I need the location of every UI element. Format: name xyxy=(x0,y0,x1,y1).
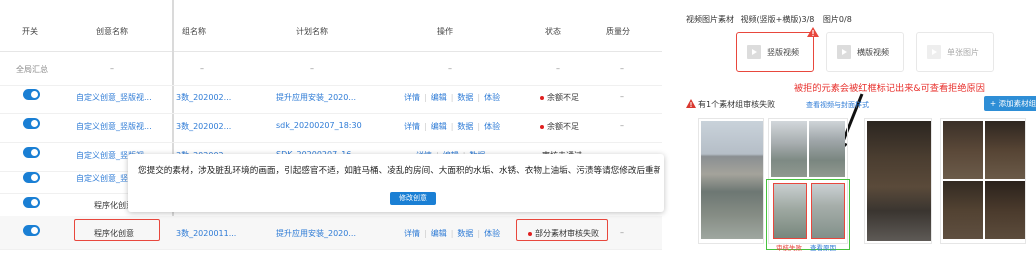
group-name-link[interactable]: 3数_202002... xyxy=(176,92,231,103)
summary-cell: – xyxy=(110,64,114,73)
header-plan-name: 计划名称 xyxy=(296,27,328,36)
quality-score: – xyxy=(620,121,624,130)
material-counts: 视频图片素材 视频(竖版+横版)3/8 图片0/8 xyxy=(686,14,852,25)
quality-score: – xyxy=(620,228,624,237)
status-toggle[interactable] xyxy=(23,118,40,129)
action-preview[interactable]: 体验 xyxy=(484,229,500,238)
status-toggle[interactable] xyxy=(23,172,40,183)
status-cell: 余额不足 xyxy=(540,92,579,103)
summary-cell: – xyxy=(556,64,560,73)
status-toggle[interactable] xyxy=(23,197,40,208)
annotation-text: 被拒的元素会被红框标记出来&可查看拒绝原因 xyxy=(794,83,985,94)
review-fail-text: 有1个素材组审核失败 xyxy=(698,100,776,109)
video-count: 视频(竖版+横版)3/8 xyxy=(740,15,815,24)
video-thumbnail[interactable] xyxy=(771,121,807,177)
action-data[interactable]: 数据 xyxy=(457,229,473,238)
single-image-tab[interactable]: 单张图片 xyxy=(916,32,994,72)
single-image-label: 单张图片 xyxy=(947,48,979,57)
rejected-group-highlight xyxy=(766,179,850,250)
plan-name-link[interactable]: sdk_20200207_18:30 xyxy=(276,121,362,130)
summary-cell: – xyxy=(620,64,624,73)
row-actions: 详情 | 编辑 | 数据 | 体验 xyxy=(404,229,501,238)
horizontal-video-label: 横版视频 xyxy=(857,48,889,57)
video-thumbnail[interactable] xyxy=(867,121,931,241)
action-detail[interactable]: 详情 xyxy=(404,122,420,131)
review-failed-caption: 审核失败 xyxy=(776,244,802,252)
vertical-video-tab[interactable]: 竖版视频 xyxy=(736,27,819,72)
action-detail[interactable]: 详情 xyxy=(404,93,420,102)
status-text: 余额不足 xyxy=(547,93,579,102)
video-thumbnail[interactable] xyxy=(985,121,1025,179)
horizontal-video-tab[interactable]: 横版视频 xyxy=(826,32,904,72)
material-group[interactable] xyxy=(940,118,1026,244)
rejection-message: 您提交的素材，涉及脏乱环境的画面，引起感官不适，如脏马桶、凌乱的房间、大面积的水… xyxy=(138,166,660,176)
action-preview[interactable]: 体验 xyxy=(484,122,500,131)
video-thumbnail[interactable] xyxy=(943,181,983,239)
view-style-link[interactable]: 查看视频与封面样式 xyxy=(806,100,869,110)
view-reason-link[interactable]: 查看原因 xyxy=(810,242,836,252)
creative-name-link[interactable]: 自定义创意_竖版 xyxy=(76,173,136,184)
summary-cell: – xyxy=(310,64,314,73)
warning-icon xyxy=(686,99,696,108)
summary-label: 全局汇总 xyxy=(16,65,48,74)
video-icon xyxy=(747,45,761,59)
action-preview[interactable]: 体验 xyxy=(484,93,500,102)
header-status: 状态 xyxy=(545,27,561,36)
video-thumbnail[interactable] xyxy=(701,121,763,239)
header-actions: 操作 xyxy=(437,27,453,36)
video-thumbnail[interactable] xyxy=(809,121,845,177)
material-group[interactable] xyxy=(698,118,764,244)
status-highlight-box xyxy=(516,219,608,241)
action-edit[interactable]: 编辑 xyxy=(431,93,447,102)
group-name-link[interactable]: 3数_202002... xyxy=(176,121,231,132)
material-group[interactable] xyxy=(864,118,932,244)
material-group-header: 有1个素材组审核失败 查看视频与封面样式 + 添加素材组 xyxy=(686,96,1036,112)
group-name-link[interactable]: 3数_2020011... xyxy=(176,228,236,239)
add-material-group-button[interactable]: + 添加素材组 xyxy=(984,96,1036,111)
image-icon xyxy=(927,45,941,59)
material-panel: 视频图片素材 视频(竖版+横版)3/8 图片0/8 竖版视频 横版视频 单张图片… xyxy=(668,0,1036,271)
plan-name-link[interactable]: 提升应用安装_2020... xyxy=(276,92,356,103)
creative-name-link[interactable]: 自定义创意_竖版视... xyxy=(76,92,152,103)
creative-table: 开关 创意名称 组名称 计划名称 操作 状态 质量分 全局汇总 – – – – … xyxy=(0,0,664,271)
rejection-tooltip: 您提交的素材，涉及脏乱环境的画面，引起感官不适，如脏马桶、凌乱的房间、大面积的水… xyxy=(128,154,664,212)
header-creative-name: 创意名称 xyxy=(96,27,128,36)
creative-name-link[interactable]: 自定义创意_竖版视... xyxy=(76,121,152,132)
material-label: 视频图片素材 xyxy=(686,15,734,24)
warning-icon xyxy=(807,27,819,37)
header-switch: 开关 xyxy=(22,27,38,36)
header-group-name: 组名称 xyxy=(182,27,206,36)
status-dot xyxy=(540,95,544,100)
action-data[interactable]: 数据 xyxy=(457,93,473,102)
modify-creative-button[interactable]: 修改创意 xyxy=(390,192,436,205)
video-thumbnail[interactable] xyxy=(943,121,983,179)
video-thumbnail[interactable] xyxy=(985,181,1025,239)
status-text: 余额不足 xyxy=(547,122,579,131)
plan-name-link[interactable]: 提升应用安装_2020... xyxy=(276,228,356,239)
summary-cell: – xyxy=(448,64,452,73)
action-edit[interactable]: 编辑 xyxy=(431,229,447,238)
action-data[interactable]: 数据 xyxy=(457,122,473,131)
video-icon xyxy=(837,45,851,59)
action-detail[interactable]: 详情 xyxy=(404,229,420,238)
table-header: 开关 创意名称 组名称 计划名称 操作 状态 质量分 xyxy=(0,0,662,52)
status-toggle[interactable] xyxy=(23,147,40,158)
status-cell: 余额不足 xyxy=(540,121,579,132)
row-actions: 详情 | 编辑 | 数据 | 体验 xyxy=(404,93,501,102)
image-count: 图片0/8 xyxy=(822,15,852,24)
action-edit[interactable]: 编辑 xyxy=(431,122,447,131)
quality-score: – xyxy=(620,92,624,101)
creative-highlight-box xyxy=(74,219,160,241)
row-actions: 详情 | 编辑 | 数据 | 体验 xyxy=(404,122,501,131)
header-quality: 质量分 xyxy=(606,27,630,36)
status-dot xyxy=(540,124,544,129)
vertical-video-label: 竖版视频 xyxy=(767,48,799,57)
summary-cell: – xyxy=(200,64,204,73)
status-toggle[interactable] xyxy=(23,89,40,100)
status-toggle[interactable] xyxy=(23,225,40,236)
